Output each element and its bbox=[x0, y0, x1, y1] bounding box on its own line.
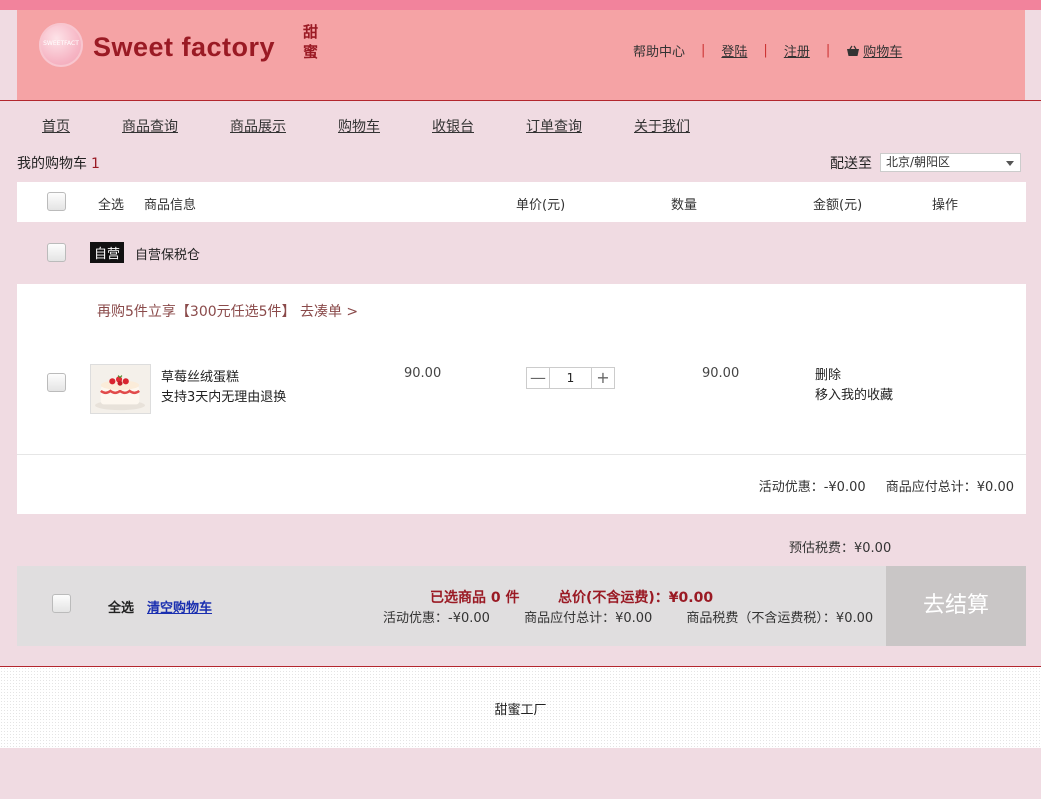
group-discount: 活动优惠：-¥0.00 bbox=[758, 480, 866, 495]
chevron-down-icon bbox=[1006, 161, 1014, 166]
site-header: SWEETFACT Sweet factory 甜蜜 帮助中心 | 登陆 | 注… bbox=[17, 10, 1025, 100]
checkout-button[interactable]: 去结算 bbox=[886, 566, 1026, 646]
cart-icon bbox=[847, 45, 860, 56]
brand-name-cn: 甜蜜 bbox=[303, 23, 319, 61]
top-color-strip bbox=[0, 0, 1041, 10]
select-all-checkbox-bottom[interactable] bbox=[52, 594, 71, 613]
selected-count: 已选商品 0 件 bbox=[430, 590, 520, 606]
item-actions: 删除 移入我的收藏 bbox=[815, 366, 893, 406]
header-action: 操作 bbox=[932, 198, 959, 213]
header-quantity: 数量 bbox=[671, 198, 698, 213]
shipping-region-select[interactable]: 北京/朝阳区 bbox=[880, 153, 1021, 172]
nav-about[interactable]: 关于我们 bbox=[634, 116, 690, 136]
summary-discount: 活动优惠：-¥0.00 bbox=[383, 611, 490, 626]
group-total: 商品应付总计：¥0.00 bbox=[885, 480, 1014, 495]
register-link[interactable]: 注册 bbox=[784, 41, 810, 60]
cart-title: 我的购物车 1 bbox=[17, 156, 100, 172]
main-nav: 首页 商品查询 商品展示 购物车 收银台 订单查询 关于我们 bbox=[42, 116, 742, 136]
tax-estimate: 预估税费：¥0.00 bbox=[789, 541, 892, 556]
nav-order-search[interactable]: 订单查询 bbox=[526, 116, 582, 136]
top-links: 帮助中心 | 登陆 | 注册 | 购物车 bbox=[633, 41, 903, 60]
total-price: 总价(不含运费)：¥0.00 bbox=[558, 590, 714, 606]
quantity-stepper: — 1 + bbox=[526, 367, 615, 389]
nav-product-search[interactable]: 商品查询 bbox=[122, 116, 178, 136]
unit-price: 90.00 bbox=[404, 366, 442, 381]
select-all-label: 全选 bbox=[108, 601, 135, 616]
move-to-favorites-link[interactable]: 移入我的收藏 bbox=[815, 386, 893, 406]
cart-table-header: 全选 商品信息 单价(元) 数量 金额(元) 操作 bbox=[17, 182, 1026, 222]
nav-home[interactable]: 首页 bbox=[42, 116, 70, 136]
help-center-link[interactable]: 帮助中心 bbox=[633, 41, 685, 60]
store-group-row: 自营 自营保税仓 bbox=[17, 222, 1026, 284]
return-policy-note: 支持3天内无理由退换 bbox=[161, 390, 287, 405]
delete-link[interactable]: 删除 bbox=[815, 366, 893, 386]
item-amount: 90.00 bbox=[702, 366, 740, 381]
checkout-bar: 全选 清空购物车 已选商品 0 件 总价(不含运费)：¥0.00 活动优惠：-¥… bbox=[17, 566, 1026, 646]
decrease-quantity-button[interactable]: — bbox=[527, 368, 549, 388]
nav-product-display[interactable]: 商品展示 bbox=[230, 116, 286, 136]
product-name[interactable]: 草莓丝绒蛋糕 bbox=[161, 366, 239, 385]
header-select-all: 全选 bbox=[98, 198, 125, 213]
cart-item-box: 再购5件立享【300元任选5件】 去凑单 > 草莓丝绒蛋糕 支持3天内无理由退换… bbox=[17, 284, 1026, 514]
nav-cart[interactable]: 购物车 bbox=[338, 116, 380, 136]
group-checkbox[interactable] bbox=[47, 243, 66, 262]
brand-name: Sweet factory bbox=[93, 32, 276, 62]
increase-quantity-button[interactable]: + bbox=[592, 368, 614, 388]
item-divider bbox=[17, 454, 1026, 455]
cart-count: 1 bbox=[91, 156, 100, 172]
footer-text: 甜蜜工厂 bbox=[494, 703, 547, 718]
header-unit-price: 单价(元) bbox=[516, 198, 566, 213]
quantity-input[interactable]: 1 bbox=[549, 368, 592, 388]
summary-payable: 商品应付总计：¥0.00 bbox=[524, 611, 653, 626]
shipping-label: 配送至 bbox=[830, 156, 872, 172]
logo-icon: SWEETFACT bbox=[39, 23, 83, 67]
site-footer: 甜蜜工厂 bbox=[0, 667, 1041, 748]
header-amount: 金额(元) bbox=[813, 198, 863, 213]
checkout-summary: 活动优惠：-¥0.00 商品应付总计：¥0.00 商品税费（不含运费税）：¥0.… bbox=[383, 607, 903, 626]
item-checkbox[interactable] bbox=[47, 373, 66, 392]
header-product: 商品信息 bbox=[144, 198, 197, 213]
group-name: 自营保税仓 bbox=[135, 248, 201, 263]
promo-link[interactable]: 再购5件立享【300元任选5件】 去凑单 > bbox=[97, 301, 358, 321]
group-subtotal: 活动优惠：-¥0.00 商品应付总计：¥0.00 bbox=[743, 476, 1014, 495]
summary-tax: 商品税费（不含运费税）：¥0.00 bbox=[686, 611, 874, 626]
nav-checkout[interactable]: 收银台 bbox=[432, 116, 474, 136]
header-divider bbox=[0, 100, 1041, 101]
clear-cart-link[interactable]: 清空购物车 bbox=[147, 597, 212, 616]
login-link[interactable]: 登陆 bbox=[721, 41, 747, 60]
select-all-checkbox-top[interactable] bbox=[47, 192, 66, 211]
product-thumbnail[interactable] bbox=[90, 364, 151, 414]
cart-link[interactable]: 购物车 bbox=[863, 41, 902, 60]
self-operated-badge: 自营 bbox=[90, 242, 125, 263]
